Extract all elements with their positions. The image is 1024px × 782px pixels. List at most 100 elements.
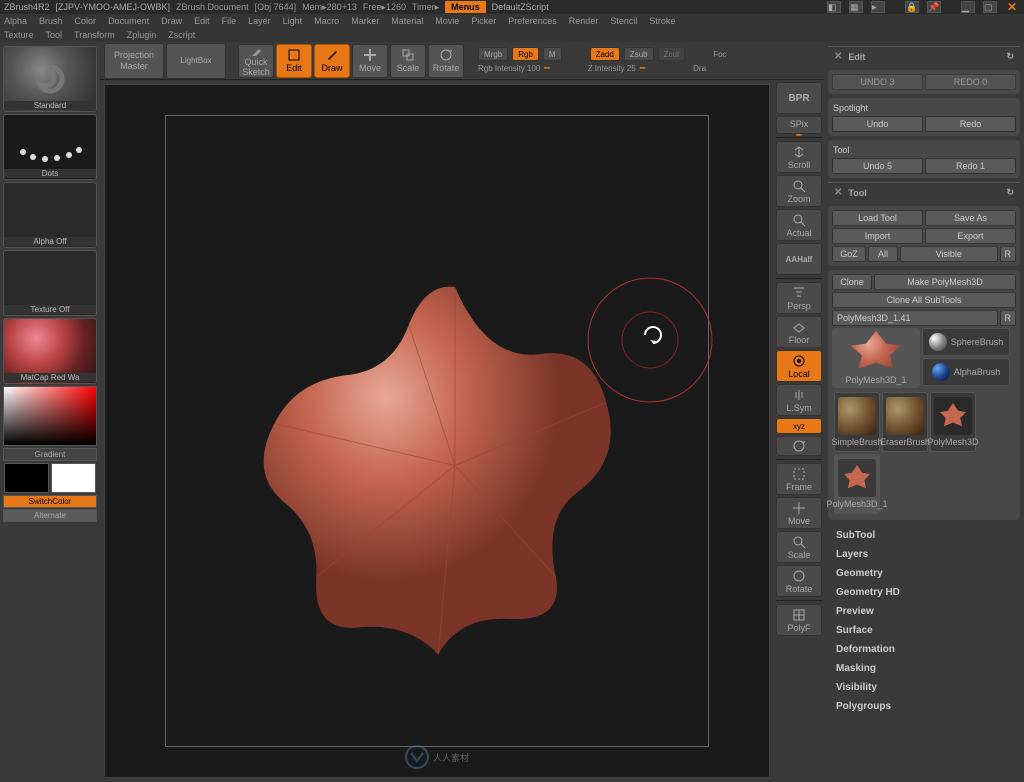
section-surface[interactable]: Surface [836,621,1012,640]
rail-move-button[interactable]: Move [776,497,822,529]
scale-button[interactable]: Scale [390,44,426,78]
tool-item-polymesh3d[interactable]: PolyMesh3D [930,392,976,452]
tool-panel-header[interactable]: Tool↻ [828,182,1020,202]
pin-icon[interactable]: 📌 [927,1,941,13]
menu-macro[interactable]: Macro [314,16,339,26]
tool-item-polymesh3d1[interactable]: PolyMesh3D_1 [834,454,880,514]
tool-item-sphere[interactable]: SphereBrush [922,328,1010,356]
rgb-intensity-slider[interactable]: Rgb Intensity 100 [478,64,540,73]
material-thumb[interactable]: MatCap Red Wa [3,318,97,384]
rail-rotate-button[interactable]: Rotate [776,565,822,597]
tool-item-eraser[interactable]: EraserBrush [882,392,928,452]
menu-layer[interactable]: Layer [248,16,271,26]
menu-stencil[interactable]: Stencil [610,16,637,26]
persp-button[interactable]: Persp [776,282,822,314]
menu-picker[interactable]: Picker [471,16,496,26]
layout2-icon[interactable]: ▦ [849,1,863,13]
menu-stroke[interactable]: Stroke [649,16,675,26]
projection-master-button[interactable]: ProjectionMaster [104,43,164,79]
spix-button[interactable]: SPix━ [776,116,822,134]
menu-render[interactable]: Render [569,16,599,26]
swatch-black[interactable] [4,463,49,493]
mrgb-button[interactable]: Mrgb [478,47,508,61]
menu-marker[interactable]: Marker [351,16,379,26]
export-button[interactable]: Export [925,228,1016,244]
local-button[interactable]: Local [776,350,822,382]
bpr-button[interactable]: BPR [776,82,822,114]
z-intensity-slider[interactable]: Z Intensity 25 [588,64,636,73]
section-masking[interactable]: Masking [836,659,1012,678]
tool-item-simple[interactable]: SimpleBrush [834,392,880,452]
alpha-thumb[interactable]: Alpha Off [3,182,97,248]
redo0-button[interactable]: REDO 0 [925,74,1016,90]
floor-button[interactable]: Floor [776,316,822,348]
texture-thumb[interactable]: Texture Off [3,250,97,316]
scroll-button[interactable]: Scroll [776,141,822,173]
xyz-button[interactable]: xyz [776,418,822,434]
menu-movie[interactable]: Movie [435,16,459,26]
section-subtool[interactable]: SubTool [836,526,1012,545]
zadd-button[interactable]: Zadd [590,47,620,61]
current-tool[interactable]: PolyMesh3D_1.41 [832,310,998,326]
draw-button[interactable]: Draw [314,44,350,78]
m-button[interactable]: M [543,47,562,61]
spotlight-undo-button[interactable]: Undo [832,116,923,132]
menu-document[interactable]: Document [108,16,149,26]
polyf-button[interactable]: PolyF [776,604,822,636]
section-geometry[interactable]: Geometry [836,564,1012,583]
tool-item-alpha[interactable]: AlphaBrush [922,358,1010,386]
color-picker[interactable] [3,386,97,446]
switchcolor-button[interactable]: SwitchColor [3,495,97,508]
tool-item-primary[interactable]: PolyMesh3D_1 [832,328,920,388]
undo3-button[interactable]: UNDO 3 [832,74,923,90]
menu-edit[interactable]: Edit [194,16,210,26]
maximize-icon[interactable]: ▢ [983,1,997,13]
clone-button[interactable]: Clone [832,274,872,290]
close-icon[interactable]: ✕ [1004,0,1020,14]
section-deformation[interactable]: Deformation [836,640,1012,659]
menu-color[interactable]: Color [75,16,97,26]
move-button[interactable]: Move [352,44,388,78]
save-as-button[interactable]: Save As [925,210,1016,226]
rotate-button[interactable]: Rotate [428,44,464,78]
section-visibility[interactable]: Visibility [836,678,1012,697]
reload-icon[interactable]: ↻ [1006,187,1014,198]
gradient-button[interactable]: Gradient [3,448,97,461]
menu-material[interactable]: Material [391,16,423,26]
edit-button[interactable]: Edit [276,44,312,78]
expand-icon[interactable]: ▸ [871,1,885,13]
menu-transform[interactable]: Transform [74,30,115,40]
import-button[interactable]: Import [832,228,923,244]
swatch-white[interactable] [51,463,96,493]
frame-button[interactable]: Frame [776,463,822,495]
all-button[interactable]: All [868,246,898,262]
orbit-button[interactable] [776,436,822,456]
menu-tool[interactable]: Tool [46,30,63,40]
section-layers[interactable]: Layers [836,545,1012,564]
clone-all-button[interactable]: Clone All SubTools [832,292,1016,308]
menus-toggle[interactable]: Menus [445,1,486,13]
menu-texture[interactable]: Texture [4,30,34,40]
section-polygroups[interactable]: Polygroups [836,697,1012,716]
r2-button[interactable]: R [1000,310,1017,326]
goz-button[interactable]: GoZ [832,246,866,262]
menu-zplugin[interactable]: Zplugin [127,30,157,40]
reload-icon[interactable]: ↻ [1006,51,1014,62]
lsym-button[interactable]: L.Sym [776,384,822,416]
zoom-button[interactable]: Zoom [776,175,822,207]
aahalf-button[interactable]: AAHalf [776,243,822,275]
actual-button[interactable]: Actual [776,209,822,241]
section-geometryhd[interactable]: Geometry HD [836,583,1012,602]
brush-thumb[interactable]: Standard [3,46,97,112]
menu-preferences[interactable]: Preferences [508,16,557,26]
menu-file[interactable]: File [222,16,237,26]
minimize-icon[interactable]: ▁ [961,1,975,13]
tool-undo5-button[interactable]: Undo 5 [832,158,923,174]
make-polymesh-button[interactable]: Make PolyMesh3D [874,274,1016,290]
menu-light[interactable]: Light [283,16,303,26]
edit-panel-header[interactable]: Edit↻ [828,46,1020,66]
zsub-button[interactable]: Zsub [624,47,654,61]
lock-icon[interactable]: 🔒 [905,1,919,13]
layout-icon[interactable]: ◧ [827,1,841,13]
viewport[interactable]: 人人素材 [104,84,770,778]
